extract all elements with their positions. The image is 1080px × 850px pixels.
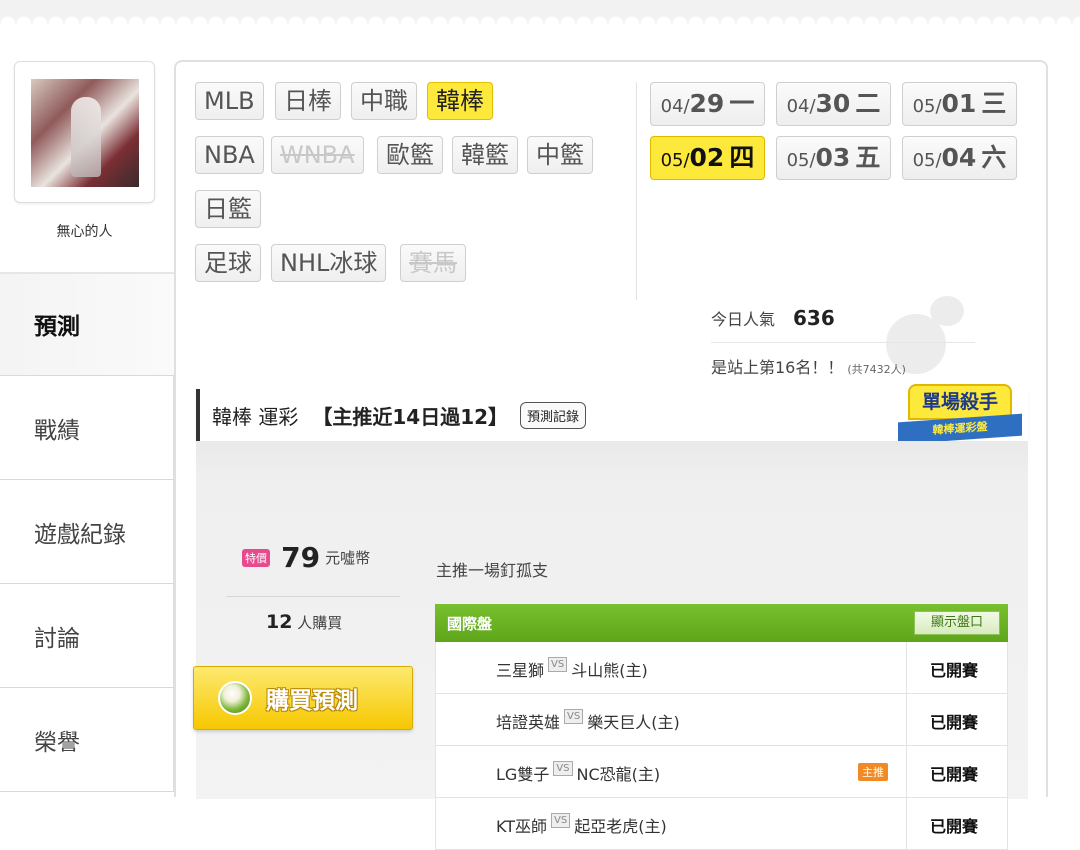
rank: 是站上第16名！！ (共7432人): [711, 354, 906, 378]
table-row: 三星獅 VS 斗山熊(主) 已開賽: [435, 642, 1008, 694]
main-pick-badge: 主推: [858, 763, 888, 781]
table-row: LG雙子 VS NC恐龍(主) 主推 已開賽: [435, 746, 1008, 798]
sport-tab-soccer[interactable]: 足球: [195, 244, 261, 282]
sport-tab-japan-basketball[interactable]: 日籃: [195, 190, 261, 228]
buy-prediction-label: 購買預測: [266, 688, 358, 714]
date-tab-0430[interactable]: 04/30 二: [776, 82, 891, 126]
vs-icon: VS: [551, 813, 571, 828]
away-team: KT巫師: [496, 817, 548, 836]
away-team: 培證英雄: [496, 713, 561, 732]
pick-description: 主推一場釘孤支: [436, 561, 549, 580]
date-tab-0503[interactable]: 05/03 五: [776, 136, 891, 180]
table-row: KT巫師 VS 起亞老虎(主) 已開賽: [435, 798, 1008, 850]
divider: [636, 82, 637, 300]
sidenav-item-game-log[interactable]: 遊戲紀錄: [0, 480, 174, 584]
top-decoration: [0, 0, 1080, 24]
date-tab-0502[interactable]: 05/02 四: [650, 136, 765, 180]
sidenav-item-predict[interactable]: 預測: [0, 272, 174, 376]
game-status: 已開賽: [930, 713, 979, 732]
rank-text: 是站上第16名！！: [711, 358, 844, 377]
sport-tab-nhl[interactable]: NHL冰球: [271, 244, 387, 282]
vs-icon: VS: [548, 657, 568, 672]
sport-tab-wnba: WNBA: [271, 136, 364, 174]
sidenav-item-record[interactable]: 戰績: [0, 376, 174, 480]
vs-icon: VS: [553, 761, 573, 776]
header-streak: 【主推近14日過12】: [312, 404, 509, 429]
popularity: 今日人氣 636: [711, 306, 835, 330]
header-sport: 韓棒: [212, 404, 252, 429]
popularity-count: 636: [793, 306, 835, 330]
sport-tab-euro-basketball[interactable]: 歐籃: [377, 136, 443, 174]
games-table: 國際盤 顯示盤口 三星獅 VS 斗山熊(主) 已開賽 培證英雄 VS 樂天巨人(主) 已…: [435, 604, 1008, 850]
home-team: 樂天巨人(主): [587, 713, 680, 732]
game-status: 已開賽: [930, 817, 979, 836]
rank-total: (共7432人): [847, 363, 906, 376]
main-panel: MLB 日棒 中職 韓棒 NBA WNBA 歐籃 韓籃 中籃 日籃 足球 NHL…: [174, 60, 1048, 850]
show-odds-button[interactable]: 顯示盤口: [913, 611, 1000, 635]
away-team: LG雙子: [496, 765, 550, 784]
sport-tab-kbo[interactable]: 韓棒: [427, 82, 493, 120]
sport-tab-china-basketball[interactable]: 中籃: [527, 136, 593, 174]
username[interactable]: 無心的人: [14, 221, 155, 241]
sport-tab-npb[interactable]: 日棒: [275, 82, 341, 120]
away-team: 三星獅: [496, 661, 545, 680]
table-header: 國際盤 顯示盤口: [435, 604, 1008, 642]
game-status: 已開賽: [930, 765, 979, 784]
sport-tab-nba[interactable]: NBA: [195, 136, 264, 174]
date-tab-0429[interactable]: 04/29 一: [650, 82, 765, 126]
game-status: 已開賽: [930, 661, 979, 680]
sport-tab-korea-basketball[interactable]: 韓籃: [452, 136, 518, 174]
sport-tab-horse-racing: 賽馬: [400, 244, 466, 282]
date-tab-0504[interactable]: 05/04 六: [902, 136, 1017, 180]
page: 無心的人 預測 戰績 遊戲紀錄 討論 榮譽 MLB 日棒 中職 韓棒 NBA W…: [0, 0, 1080, 850]
side-nav: 預測 戰績 遊戲紀錄 討論 榮譽: [0, 272, 174, 792]
sidenav-item-honor[interactable]: 榮譽: [0, 688, 174, 792]
avatar[interactable]: [14, 61, 155, 203]
buyer-count: 12 人購買: [266, 611, 343, 633]
home-team: 斗山熊(主): [571, 661, 648, 680]
price-amount: 79: [281, 541, 321, 574]
vs-icon: VS: [564, 709, 584, 724]
coin-icon: [218, 681, 252, 715]
home-team: 起亞老虎(主): [574, 817, 667, 836]
prediction-record-button[interactable]: 預測記錄: [520, 401, 587, 429]
price: 特價 79 元噓幣: [242, 541, 410, 574]
sport-tab-cpbl[interactable]: 中職: [351, 82, 417, 120]
home-team: NC恐龍(主): [576, 765, 661, 784]
table-row: 培證英雄 VS 樂天巨人(主) 已開賽: [435, 694, 1008, 746]
header-type: 運彩: [258, 404, 299, 429]
price-unit: 元噓幣: [325, 549, 371, 567]
prediction-content: 特價 79 元噓幣 12 人購買 購買預測 主推一場釘孤支 國際盤 顯示盤口 三…: [193, 441, 1028, 850]
sport-tab-mlb[interactable]: MLB: [195, 82, 264, 120]
avatar-image: [31, 79, 139, 187]
sidenav-item-discussion[interactable]: 討論: [0, 584, 174, 688]
buy-prediction-button[interactable]: 購買預測: [193, 666, 413, 730]
date-tab-0501[interactable]: 05/01 三: [902, 82, 1017, 126]
special-price-tag: 特價: [242, 548, 270, 567]
popularity-label: 今日人氣: [711, 310, 776, 329]
table-title: 國際盤: [447, 614, 493, 633]
